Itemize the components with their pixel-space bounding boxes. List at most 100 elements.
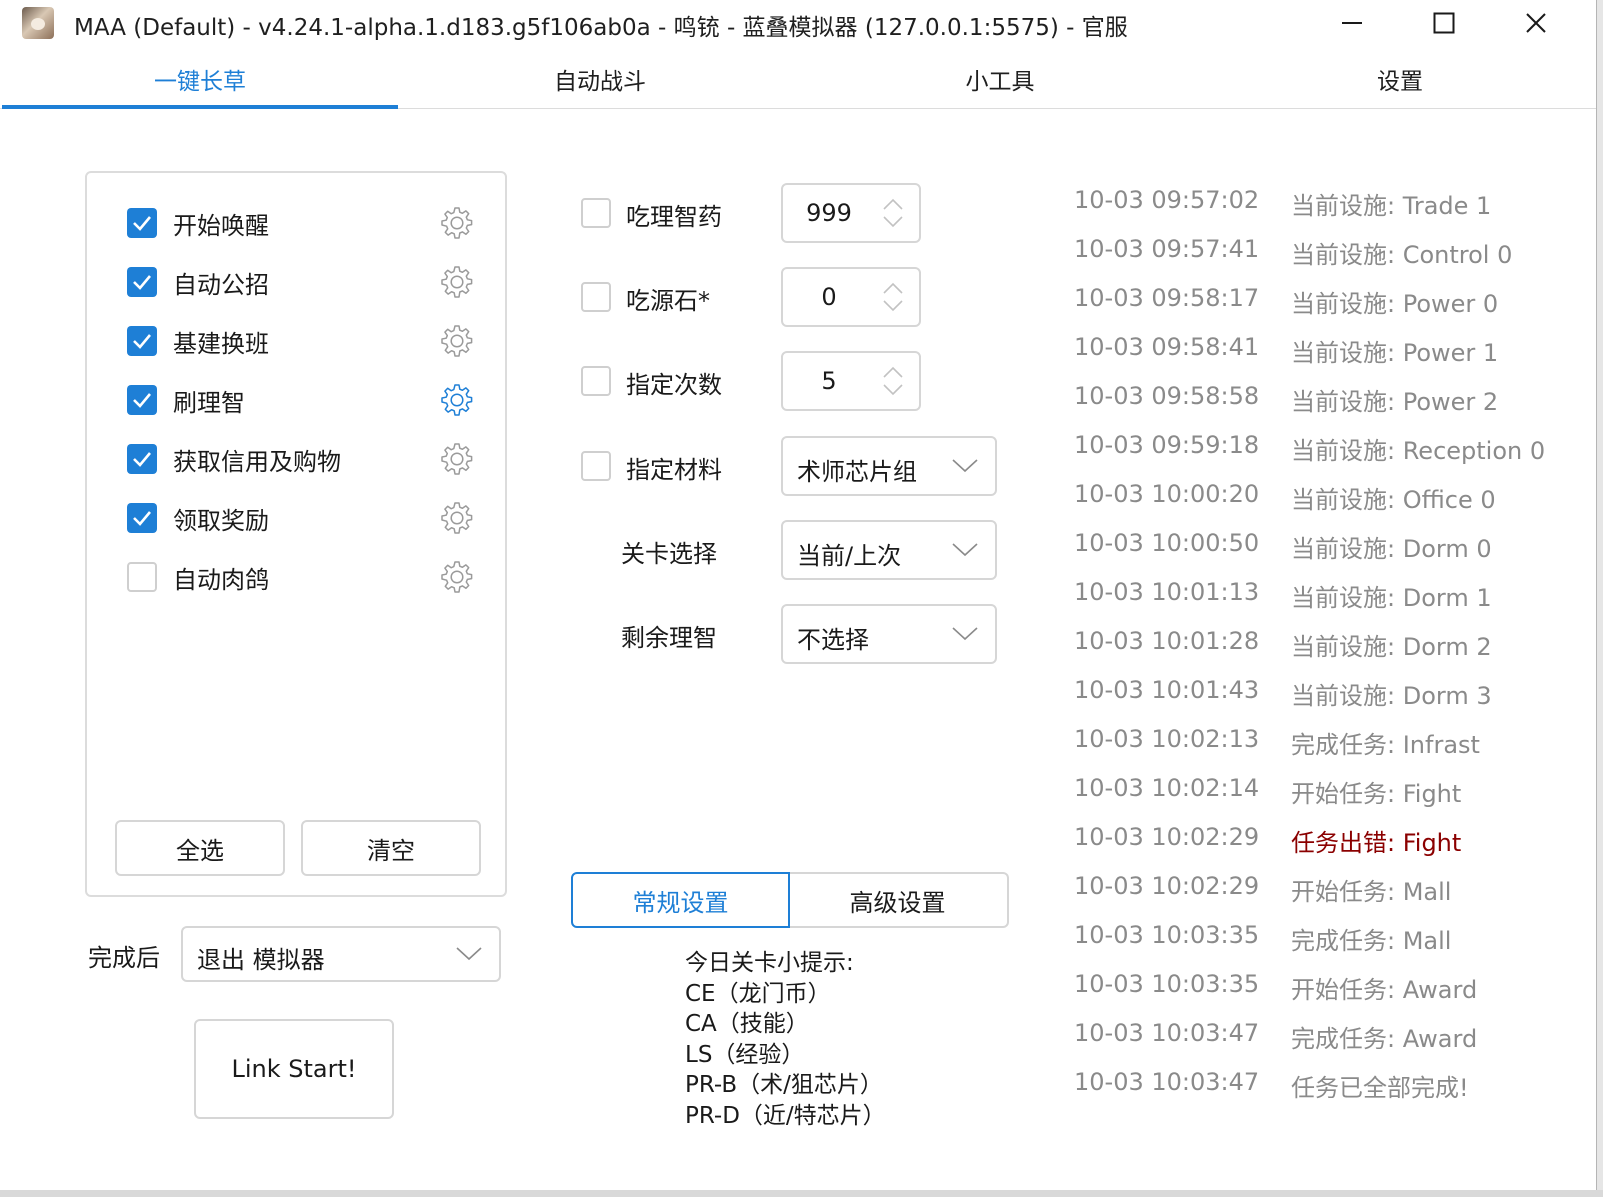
title-bar[interactable]: MAA (Default) - v4.24.1-alpha.1.d183.g5f… (0, 0, 1596, 48)
task-label: 自动公招 (173, 271, 269, 299)
gear-icon[interactable] (440, 560, 474, 594)
chevron-down-icon (952, 459, 978, 473)
log-message: 当前设施: Trade 1 (1291, 192, 1492, 220)
task-label: 领取奖励 (173, 507, 269, 535)
main-window: MAA (Default) - v4.24.1-alpha.1.d183.g5f… (0, 0, 1597, 1191)
task-list-panel: 开始唤醒自动公招基建换班刷理智获取信用及购物 领取奖励自动肉鸽 全选 清空 (85, 171, 507, 897)
task-checkbox[interactable] (127, 326, 157, 356)
task-label: 开始唤醒 (173, 212, 269, 240)
task-item[interactable]: 领取奖励 (127, 499, 479, 539)
remaining-label: 剩余理智 (621, 624, 717, 652)
advanced-settings-tab[interactable]: 高级设置 (788, 872, 1009, 928)
drop-item-dropdown[interactable]: 术师芯片组 (781, 436, 997, 496)
use-medicine-value: 999 (806, 199, 852, 227)
gear-icon[interactable] (440, 442, 474, 476)
log-time: 10-03 10:03:35 (1074, 970, 1260, 998)
use-medicine-checkbox[interactable] (581, 198, 611, 228)
background-strip (1597, 0, 1603, 1197)
stage-dropdown[interactable]: 当前/上次 (781, 520, 997, 580)
log-time: 10-03 10:03:47 (1074, 1068, 1260, 1096)
option-remaining: 剩余理智 不选择 (581, 604, 1001, 664)
times-stepper[interactable]: 5 (781, 351, 921, 411)
maximize-button[interactable] (1398, 0, 1490, 46)
gear-icon[interactable] (440, 324, 474, 358)
task-checkbox[interactable] (127, 444, 157, 474)
log-time: 10-03 10:01:43 (1074, 676, 1260, 704)
use-stone-stepper[interactable]: 0 (781, 267, 921, 327)
gear-icon[interactable] (440, 383, 474, 417)
log-time: 10-03 09:57:41 (1074, 235, 1260, 263)
task-checkbox[interactable] (127, 503, 157, 533)
taskbar-strip (0, 1190, 1603, 1197)
clear-button[interactable]: 清空 (301, 820, 481, 876)
log-message: 开始任务: Award (1291, 976, 1478, 1004)
task-checkbox[interactable] (127, 562, 157, 592)
log-message: 当前设施: Office 0 (1291, 486, 1496, 514)
log-time: 10-03 10:02:14 (1074, 774, 1260, 802)
task-item[interactable]: 开始唤醒 (127, 204, 479, 244)
log-message: 任务已全部完成! (1291, 1074, 1469, 1102)
log-message: 开始任务: Fight (1291, 780, 1462, 808)
gear-icon[interactable] (440, 265, 474, 299)
checkmark-icon (133, 452, 151, 467)
use-stone-checkbox[interactable] (581, 282, 611, 312)
use-medicine-stepper[interactable]: 999 (781, 183, 921, 243)
remaining-dropdown[interactable]: 不选择 (781, 604, 997, 664)
log-message: 当前设施: Power 2 (1291, 388, 1499, 416)
task-checkbox[interactable] (127, 267, 157, 297)
close-icon (1526, 13, 1546, 33)
tab-tools[interactable]: 小工具 (800, 50, 1200, 108)
log-time: 10-03 10:02:29 (1074, 872, 1260, 900)
gear-icon[interactable] (440, 501, 474, 535)
option-use-stone: 吃源石* 0 (581, 267, 1001, 327)
drop-item-checkbox[interactable] (581, 451, 611, 481)
log-message: 任务出错: Fight (1291, 829, 1462, 857)
stepper-arrows-icon[interactable] (881, 281, 905, 313)
task-label: 基建换班 (173, 330, 269, 358)
task-item[interactable]: 获取信用及购物 (127, 440, 479, 480)
minimize-button[interactable] (1306, 0, 1398, 46)
after-completion-value: 退出 模拟器 (197, 946, 325, 974)
main-tab-bar: 一键长草 自动战斗 小工具 设置 (0, 50, 1596, 109)
task-checkbox[interactable] (127, 208, 157, 238)
log-time: 10-03 10:03:35 (1074, 921, 1260, 949)
checkmark-icon (133, 393, 151, 408)
log-message: 完成任务: Mall (1291, 927, 1452, 955)
general-settings-tab[interactable]: 常规设置 (571, 872, 790, 928)
log-time: 10-03 09:57:02 (1074, 186, 1260, 214)
log-message: 完成任务: Infrast (1291, 731, 1480, 759)
after-completion-dropdown[interactable]: 退出 模拟器 (181, 926, 501, 982)
task-item[interactable]: 自动公招 (127, 263, 479, 303)
task-item[interactable]: 自动肉鸽 (127, 558, 479, 598)
stage-label: 关卡选择 (621, 540, 717, 568)
log-message: 当前设施: Power 1 (1291, 339, 1499, 367)
log-time: 10-03 10:02:13 (1074, 725, 1260, 753)
tips-line: PR-D（近/特芯片） (685, 1102, 886, 1129)
task-label: 获取信用及购物 (173, 448, 341, 476)
select-all-button[interactable]: 全选 (115, 820, 285, 876)
log-time: 10-03 09:58:17 (1074, 284, 1260, 312)
option-drop-item: 指定材料 术师芯片组 (581, 436, 1001, 496)
stepper-arrows-icon[interactable] (881, 365, 905, 397)
close-button[interactable] (1490, 0, 1582, 46)
task-item[interactable]: 基建换班 (127, 322, 479, 362)
drop-item-value: 术师芯片组 (797, 458, 917, 486)
task-item[interactable]: 刷理智 (127, 381, 479, 421)
gear-icon[interactable] (440, 206, 474, 240)
log-message: 当前设施: Dorm 1 (1291, 584, 1492, 612)
times-checkbox[interactable] (581, 366, 611, 396)
chevron-down-icon (952, 543, 978, 557)
log-time: 10-03 09:58:58 (1074, 382, 1260, 410)
drop-item-label: 指定材料 (626, 456, 722, 484)
tab-farming[interactable]: 一键长草 (0, 50, 400, 109)
tab-settings[interactable]: 设置 (1200, 50, 1596, 108)
option-use-medicine: 吃理智药 999 (581, 183, 1001, 243)
tips-title: 今日关卡小提示: (685, 950, 854, 976)
maximize-icon (1433, 12, 1455, 34)
stepper-arrows-icon[interactable] (881, 197, 905, 229)
task-checkbox[interactable] (127, 385, 157, 415)
checkmark-icon (133, 275, 151, 290)
link-start-button[interactable]: Link Start! (194, 1019, 394, 1119)
log-message: 完成任务: Award (1291, 1025, 1478, 1053)
tab-auto-battle[interactable]: 自动战斗 (400, 50, 800, 108)
